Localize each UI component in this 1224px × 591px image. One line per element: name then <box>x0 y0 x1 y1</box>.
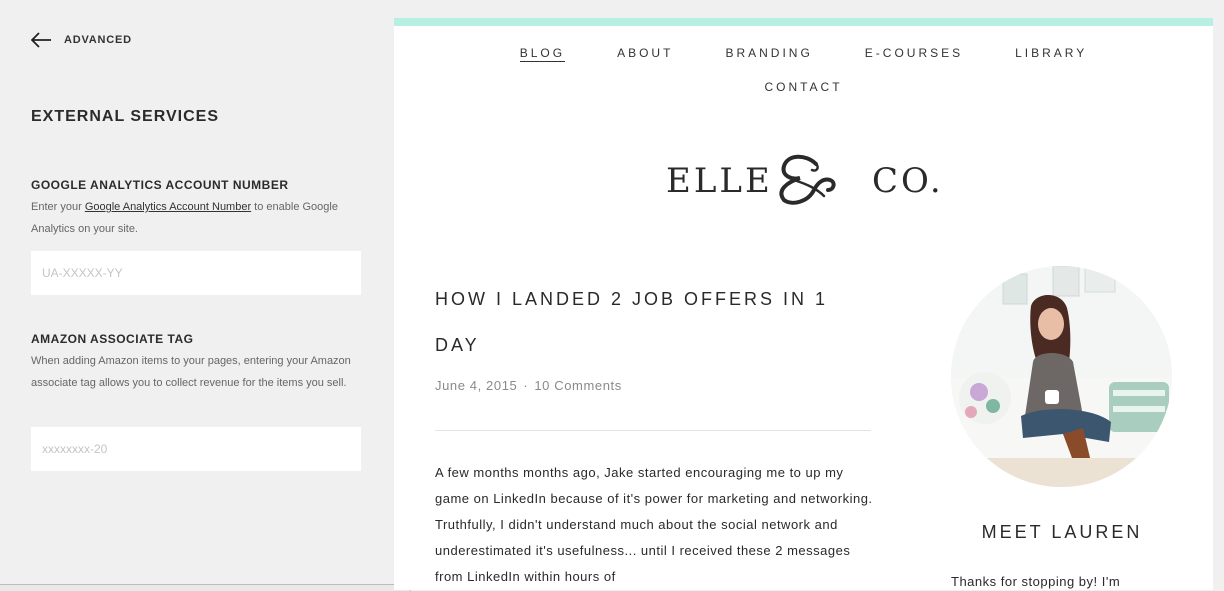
site-nav: BLOG ABOUT BRANDING E-COURSES LIBRARY <box>394 46 1213 62</box>
amazon-associate-input[interactable] <box>31 427 361 471</box>
post-meta: June 4, 2015 · 10 Comments <box>435 378 622 393</box>
sidebar-intro-text: Thanks for stopping by! I'm <box>951 574 1121 589</box>
logo-text-right: CO. <box>872 161 940 201</box>
back-button[interactable]: ADVANCED <box>31 32 132 48</box>
amazon-associate-description: When adding Amazon items to your pages, … <box>31 355 351 389</box>
amazon-associate-label: AMAZON ASSOCIATE TAG <box>31 332 194 346</box>
nav-e-courses[interactable]: E-COURSES <box>865 46 963 60</box>
nav-branding[interactable]: BRANDING <box>725 46 812 60</box>
nav-contact[interactable]: CONTACT <box>764 80 842 94</box>
google-analytics-desc-text: Enter your <box>31 201 85 213</box>
google-analytics-description: Enter your Google Analytics Account Numb… <box>31 196 366 240</box>
nav-about[interactable]: ABOUT <box>617 46 673 60</box>
nav-blog[interactable]: BLOG <box>519 46 566 62</box>
sidebar-title: MEET LAUREN <box>981 522 1143 542</box>
back-label: ADVANCED <box>64 34 132 46</box>
meta-separator: · <box>523 378 529 393</box>
logo-text-left: ELLE <box>666 161 773 201</box>
site-logo[interactable]: ELLE CO. <box>666 144 940 206</box>
google-analytics-input[interactable] <box>31 251 361 295</box>
google-analytics-label: GOOGLE ANALYTICS ACCOUNT NUMBER <box>31 178 289 192</box>
post-excerpt: A few months months ago, Jake started en… <box>435 465 873 584</box>
post-comments-link[interactable]: 10 Comments <box>534 378 622 393</box>
author-photo <box>951 266 1172 487</box>
google-analytics-help-link[interactable]: Google Analytics Account Number <box>85 201 251 213</box>
arrow-left-icon <box>31 32 51 48</box>
author-photo-image <box>951 266 1172 487</box>
section-title: EXTERNAL SERVICES <box>31 108 220 125</box>
nav-library[interactable]: LIBRARY <box>1015 46 1087 60</box>
site-preview: BLOG ABOUT BRANDING E-COURSES LIBRARY CONTAC… <box>394 18 1213 590</box>
post-date: June 4, 2015 <box>435 378 518 393</box>
post-divider <box>435 430 871 431</box>
site-nav-row-2: CONTACT <box>394 80 1213 94</box>
settings-panel: ADVANCED EXTERNAL SERVICES GOOGLE ANALYT… <box>0 0 411 591</box>
post-title[interactable]: HOW I LANDED 2 JOB OFFERS IN 1 DAY <box>435 276 855 368</box>
ampersand-flourish-icon <box>779 154 836 205</box>
